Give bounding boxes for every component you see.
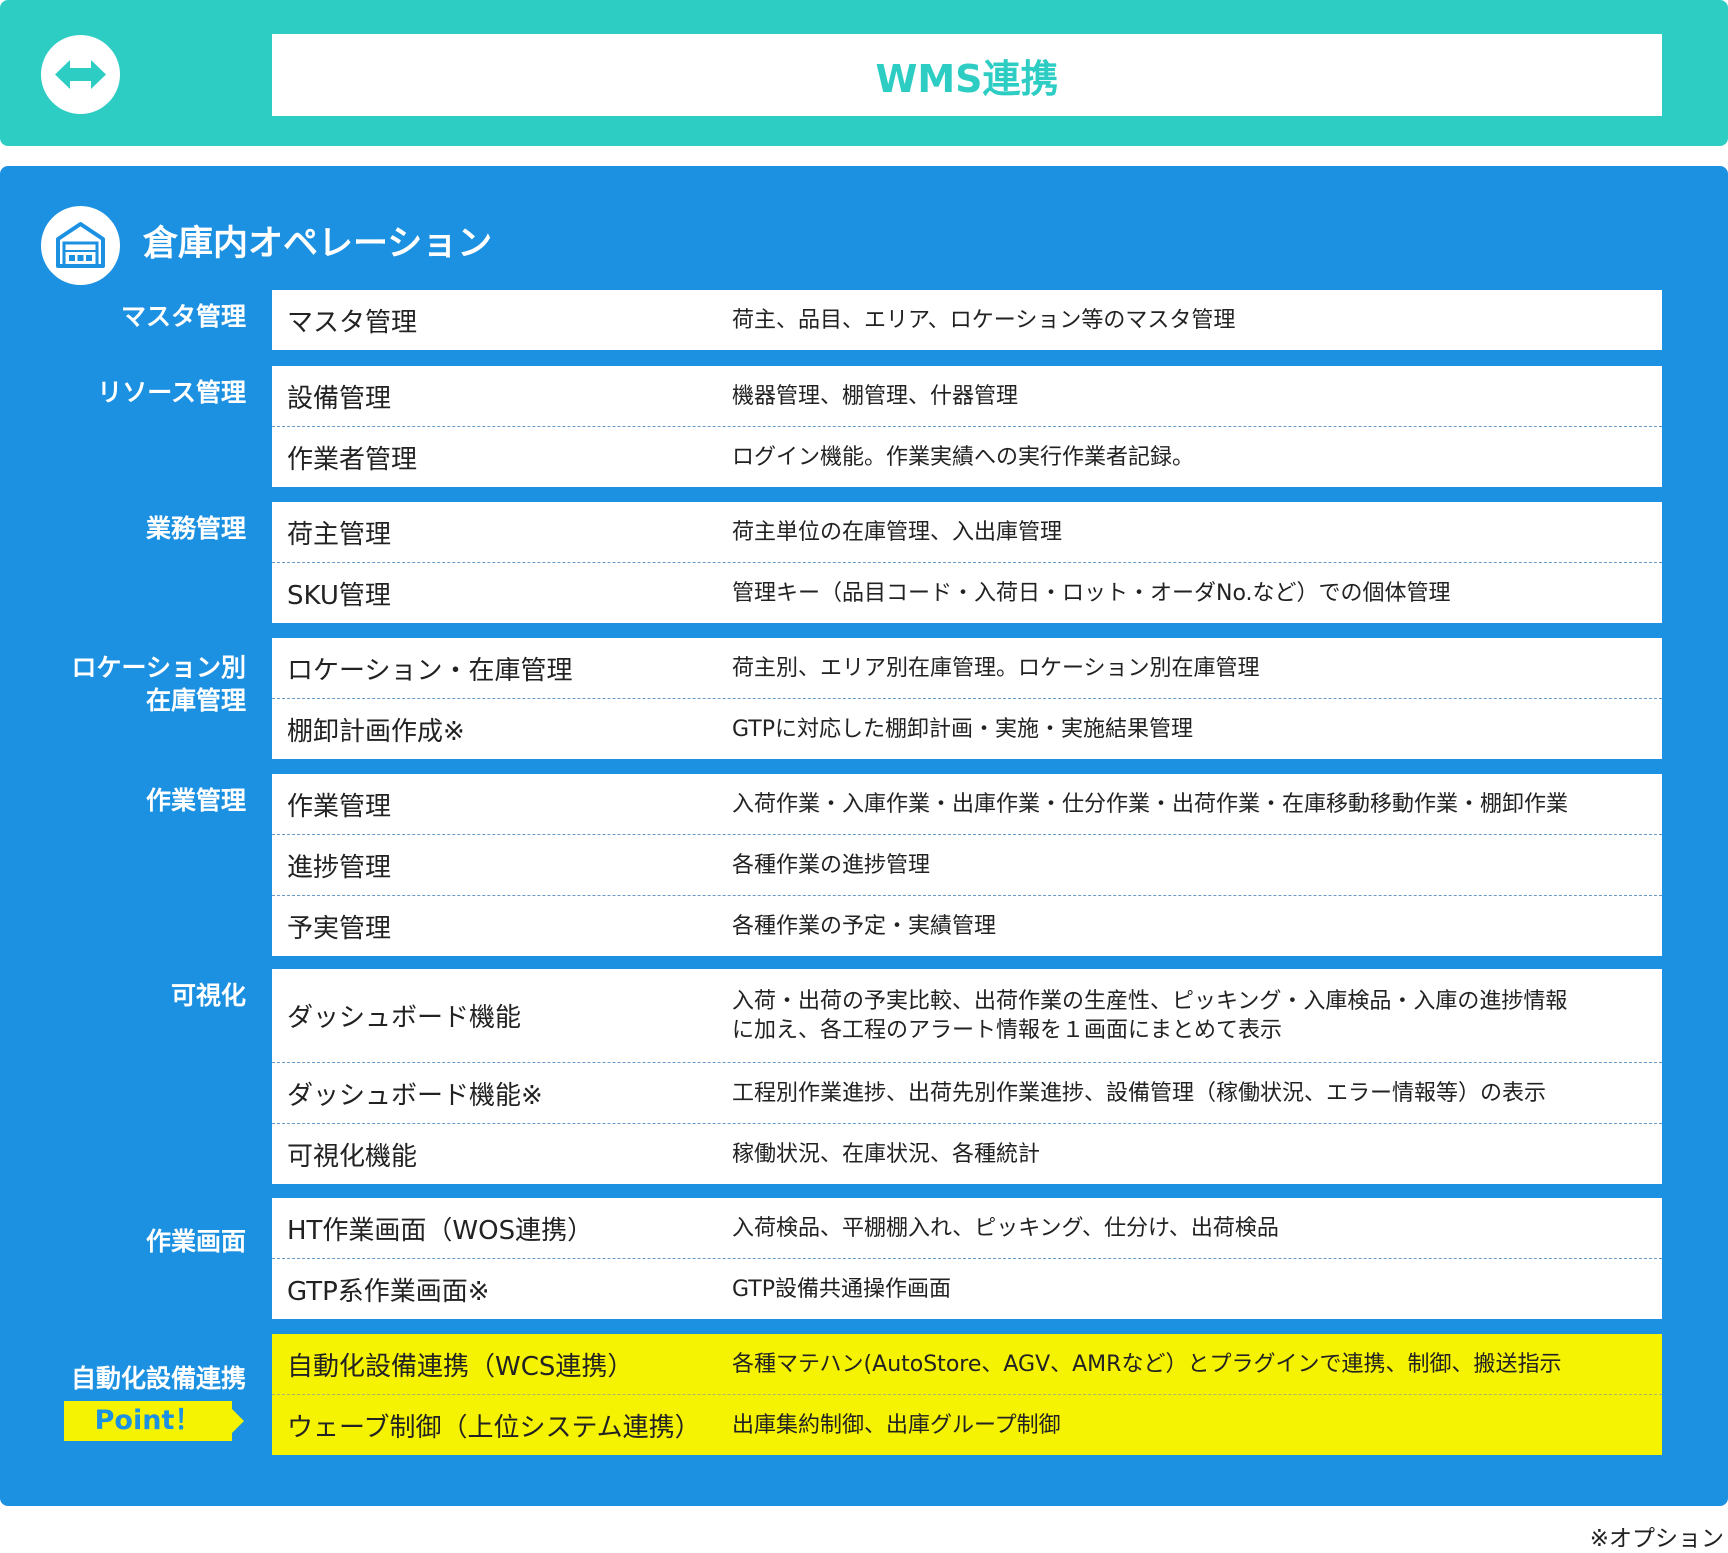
feature-description: 稼働状況、在庫状況、各種統計 (732, 1141, 1041, 1167)
table-row: マスタ管理 荷主、品目、エリア、ロケーション等のマスタ管理 (272, 290, 1662, 350)
table-row: 予実管理 各種作業の予定・実績管理 (272, 895, 1662, 956)
category-label-automation: 自動化設備連携 (70, 1364, 246, 1393)
footnote: ※オプション (1589, 1526, 1724, 1552)
category-label-work: 作業管理 (145, 786, 246, 815)
point-tag: Point！ (64, 1401, 244, 1441)
feature-description: 出庫集約制御、出庫グループ制御 (732, 1412, 1061, 1438)
header-title-box: WMS連携 (272, 34, 1662, 116)
feature-name: 可視化機能 (287, 1141, 418, 1172)
feature-description: 機器管理、棚管理、什器管理 (732, 383, 1019, 409)
feature-name: SKU管理 (287, 580, 391, 611)
table-row: ダッシュボード機能※ 工程別作業進捗、出荷先別作業進捗、設備管理（稼働状況、エラ… (272, 1062, 1662, 1123)
category-group-work-screen: HT作業画面（WOS連携） 入荷検品、平棚棚入れ、ピッキング、仕分け、出荷検品 … (272, 1198, 1662, 1319)
feature-description: 荷主、品目、エリア、ロケーション等のマスタ管理 (732, 307, 1236, 333)
operations-panel: 倉庫内オペレーション マスタ管理 リソース管理 業務管理 ロケーション別 在庫管… (0, 166, 1728, 1506)
description-line: に加え、各工程のアラート情報を１画面にまとめて表示 (732, 1017, 1283, 1043)
double-arrow-icon (41, 35, 120, 114)
category-label-visualization: 可視化 (170, 981, 246, 1010)
feature-name: マスタ管理 (287, 307, 418, 338)
feature-name: ウェーブ制御（上位システム連携） (287, 1412, 701, 1443)
category-label-location-stock: ロケーション別 在庫管理 (71, 651, 246, 717)
category-group-master: マスタ管理 荷主、品目、エリア、ロケーション等のマスタ管理 (272, 290, 1662, 350)
point-label: Point！ (94, 1405, 202, 1436)
category-group-visualization: ダッシュボード機能 入荷・出荷の予実比較、出荷作業の生産性、ピッキング・入庫検品… (272, 969, 1662, 1184)
category-label-master: マスタ管理 (120, 302, 246, 331)
category-label-line: ロケーション別 (71, 653, 246, 682)
feature-description: 荷主別、エリア別在庫管理。ロケーション別在庫管理 (732, 655, 1260, 681)
category-group-work: 作業管理 入荷作業・入庫作業・出庫作業・仕分作業・出荷作業・在庫移動移動作業・棚… (272, 774, 1662, 956)
section-title: 倉庫内オペレーション (143, 224, 493, 264)
category-label-business: 業務管理 (145, 514, 246, 543)
warehouse-icon (41, 206, 120, 285)
feature-description: 各種作業の進捗管理 (732, 852, 931, 878)
feature-description: GTP設備共通操作画面 (732, 1276, 951, 1302)
table-row: HT作業画面（WOS連携） 入荷検品、平棚棚入れ、ピッキング、仕分け、出荷検品 (272, 1198, 1662, 1258)
table-row: 荷主管理 荷主単位の在庫管理、入出庫管理 (272, 502, 1662, 562)
feature-description: 各種作業の予定・実績管理 (732, 913, 997, 939)
feature-name: 荷主管理 (287, 519, 392, 550)
feature-name: 作業管理 (287, 791, 392, 822)
category-group-automation: 自動化設備連携（WCS連携） 各種マテハン(AutoStore、AGV、AMRな… (272, 1334, 1662, 1455)
table-row: ウェーブ制御（上位システム連携） 出庫集約制御、出庫グループ制御 (272, 1394, 1662, 1455)
feature-name: 進捗管理 (287, 852, 392, 883)
category-label-line: 在庫管理 (145, 686, 246, 715)
table-row: 棚卸計画作成※ GTPに対応した棚卸計画・実施・実施結果管理 (272, 698, 1662, 759)
table-row: ロケーション・在庫管理 荷主別、エリア別在庫管理。ロケーション別在庫管理 (272, 638, 1662, 698)
feature-name: 予実管理 (287, 913, 392, 944)
feature-description: ログイン機能。作業実績への実行作業者記録。 (732, 444, 1195, 470)
feature-name: 自動化設備連携（WCS連携） (287, 1351, 634, 1382)
feature-description: 入荷検品、平棚棚入れ、ピッキング、仕分け、出荷検品 (732, 1215, 1279, 1241)
table-row: 作業者管理 ログイン機能。作業実績への実行作業者記録。 (272, 426, 1662, 487)
feature-name: ダッシュボード機能 (287, 1003, 522, 1033)
feature-description: 荷主単位の在庫管理、入出庫管理 (732, 519, 1063, 545)
feature-name: 設備管理 (287, 383, 392, 414)
feature-description: 入荷・出荷の予実比較、出荷作業の生産性、ピッキング・入庫検品・入庫の進捗情報 に… (732, 987, 1642, 1045)
category-label-work-screen: 作業画面 (145, 1227, 246, 1256)
feature-name: ロケーション・在庫管理 (287, 655, 573, 686)
feature-description: 工程別作業進捗、出荷先別作業進捗、設備管理（稼働状況、エラー情報等）の表示 (732, 1080, 1547, 1106)
table-row: ダッシュボード機能 入荷・出荷の予実比較、出荷作業の生産性、ピッキング・入庫検品… (272, 969, 1662, 1062)
category-group-business: 荷主管理 荷主単位の在庫管理、入出庫管理 SKU管理 管理キー（品目コード・入荷… (272, 502, 1662, 623)
feature-description: 各種マテハン(AutoStore、AGV、AMRなど）とプラグインで連携、制御、… (732, 1351, 1562, 1377)
feature-name: 作業者管理 (287, 444, 418, 475)
category-group-resource: 設備管理 機器管理、棚管理、什器管理 作業者管理 ログイン機能。作業実績への実行… (272, 366, 1662, 487)
table-row: 進捗管理 各種作業の進捗管理 (272, 834, 1662, 895)
table-row: 可視化機能 稼働状況、在庫状況、各種統計 (272, 1123, 1662, 1184)
category-label-resource: リソース管理 (97, 378, 246, 407)
page-title: WMS連携 (875, 56, 1059, 101)
table-row: GTP系作業画面※ GTP設備共通操作画面 (272, 1258, 1662, 1319)
feature-description: GTPに対応した棚卸計画・実施・実施結果管理 (732, 716, 1193, 742)
table-row: 作業管理 入荷作業・入庫作業・出庫作業・仕分作業・出荷作業・在庫移動移動作業・棚… (272, 774, 1662, 834)
header-banner: WMS連携 (0, 0, 1728, 146)
feature-description: 入荷作業・入庫作業・出庫作業・仕分作業・出荷作業・在庫移動移動作業・棚卸作業 (732, 791, 1569, 817)
feature-description: 管理キー（品目コード・入荷日・ロット・オーダNo.など）での個体管理 (732, 580, 1451, 606)
feature-name: GTP系作業画面※ (287, 1276, 490, 1307)
feature-name: HT作業画面（WOS連携） (287, 1215, 594, 1246)
table-row: 自動化設備連携（WCS連携） 各種マテハン(AutoStore、AGV、AMRな… (272, 1334, 1662, 1394)
category-group-location-stock: ロケーション・在庫管理 荷主別、エリア別在庫管理。ロケーション別在庫管理 棚卸計… (272, 638, 1662, 759)
table-row: 設備管理 機器管理、棚管理、什器管理 (272, 366, 1662, 426)
description-line: 入荷・出荷の予実比較、出荷作業の生産性、ピッキング・入庫検品・入庫の進捗情報 (732, 988, 1568, 1014)
feature-name: 棚卸計画作成※ (287, 716, 465, 747)
table-row: SKU管理 管理キー（品目コード・入荷日・ロット・オーダNo.など）での個体管理 (272, 562, 1662, 623)
feature-name: ダッシュボード機能※ (287, 1080, 543, 1111)
